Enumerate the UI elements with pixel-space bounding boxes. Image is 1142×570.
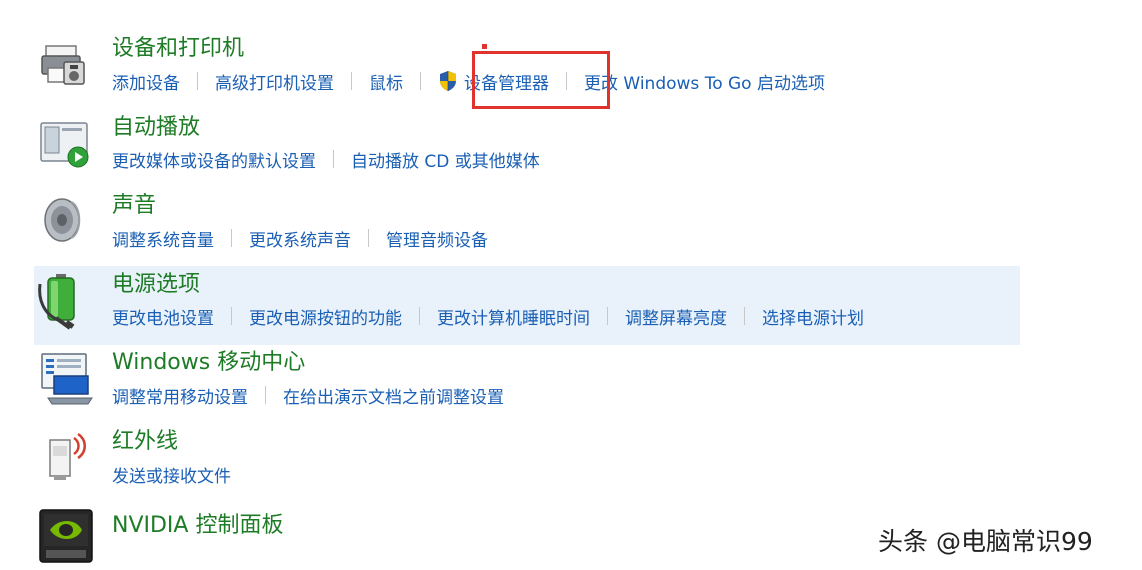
- category-title[interactable]: 声音: [112, 192, 156, 220]
- annotation-dot: [482, 44, 487, 49]
- change-media-defaults-link[interactable]: 更改媒体或设备的默认设置: [112, 147, 316, 172]
- link-separator: [351, 72, 352, 90]
- link-separator: [231, 229, 232, 247]
- category-links: 添加设备 高级打印机设置 鼠标 设备管理器 更改 Windows To Go 启: [112, 68, 825, 94]
- adjust-system-volume-link[interactable]: 调整系统音量: [112, 226, 214, 251]
- send-receive-files-link[interactable]: 发送或接收文件: [112, 462, 231, 487]
- link-separator: [744, 307, 745, 325]
- manage-audio-devices-link[interactable]: 管理音频设备: [386, 226, 488, 251]
- category-links: 发送或接收文件: [112, 461, 231, 487]
- device-manager-highlight-box: [472, 51, 610, 109]
- category-title[interactable]: NVIDIA 控制面板: [112, 512, 283, 540]
- windows-to-go-options-link[interactable]: 更改 Windows To Go 启动选项: [584, 69, 825, 94]
- category-links: 调整系统音量 更改系统声音 管理音频设备: [112, 225, 488, 251]
- change-system-sounds-link[interactable]: 更改系统声音: [249, 226, 351, 251]
- infrared-icon: [36, 428, 96, 488]
- category-title[interactable]: Windows 移动中心: [112, 349, 305, 377]
- change-sleep-time-link[interactable]: 更改计算机睡眠时间: [437, 304, 590, 329]
- category-links: 更改电池设置 更改电源按钮的功能 更改计算机睡眠时间 调整屏幕亮度 选择电源计划: [112, 303, 864, 329]
- nvidia-icon: [36, 506, 96, 566]
- mouse-link[interactable]: 鼠标: [369, 69, 403, 94]
- printer-icon: [36, 38, 96, 98]
- link-separator: [231, 307, 232, 325]
- mobility-center-icon: [36, 350, 96, 410]
- choose-power-plan-link[interactable]: 选择电源计划: [762, 304, 864, 329]
- watermark-text: 头条 @电脑常识99: [878, 527, 1093, 556]
- link-separator: [333, 150, 334, 168]
- autoplay-icon: [36, 115, 96, 175]
- adjust-screen-brightness-link[interactable]: 调整屏幕亮度: [625, 304, 727, 329]
- link-separator: [197, 72, 198, 90]
- link-separator: [607, 307, 608, 325]
- link-separator: [368, 229, 369, 247]
- adjust-mobility-settings-link[interactable]: 调整常用移动设置: [112, 383, 248, 408]
- category-title[interactable]: 电源选项: [112, 271, 200, 299]
- presentation-settings-link[interactable]: 在给出演示文档之前调整设置: [283, 383, 504, 408]
- uac-shield-icon: [438, 70, 458, 92]
- category-title[interactable]: 红外线: [112, 428, 178, 456]
- control-panel-hardware-and-sound: 设备和打印机 添加设备 高级打印机设置 鼠标 设备管理器 更改 Windows …: [0, 0, 1142, 570]
- speaker-icon: [36, 192, 96, 252]
- add-device-link[interactable]: 添加设备: [112, 69, 180, 94]
- category-links: 更改媒体或设备的默认设置 自动播放 CD 或其他媒体: [112, 146, 540, 172]
- change-battery-settings-link[interactable]: 更改电池设置: [112, 304, 214, 329]
- link-separator: [419, 307, 420, 325]
- change-power-button-link[interactable]: 更改电源按钮的功能: [249, 304, 402, 329]
- link-separator: [265, 386, 266, 404]
- power-battery-icon: [36, 270, 96, 330]
- category-links: 调整常用移动设置 在给出演示文档之前调整设置: [112, 382, 504, 408]
- category-title[interactable]: 自动播放: [112, 114, 200, 142]
- link-separator: [420, 72, 421, 90]
- autoplay-cd-link[interactable]: 自动播放 CD 或其他媒体: [351, 147, 540, 172]
- category-title[interactable]: 设备和打印机: [112, 35, 244, 63]
- advanced-printer-setup-link[interactable]: 高级打印机设置: [215, 69, 334, 94]
